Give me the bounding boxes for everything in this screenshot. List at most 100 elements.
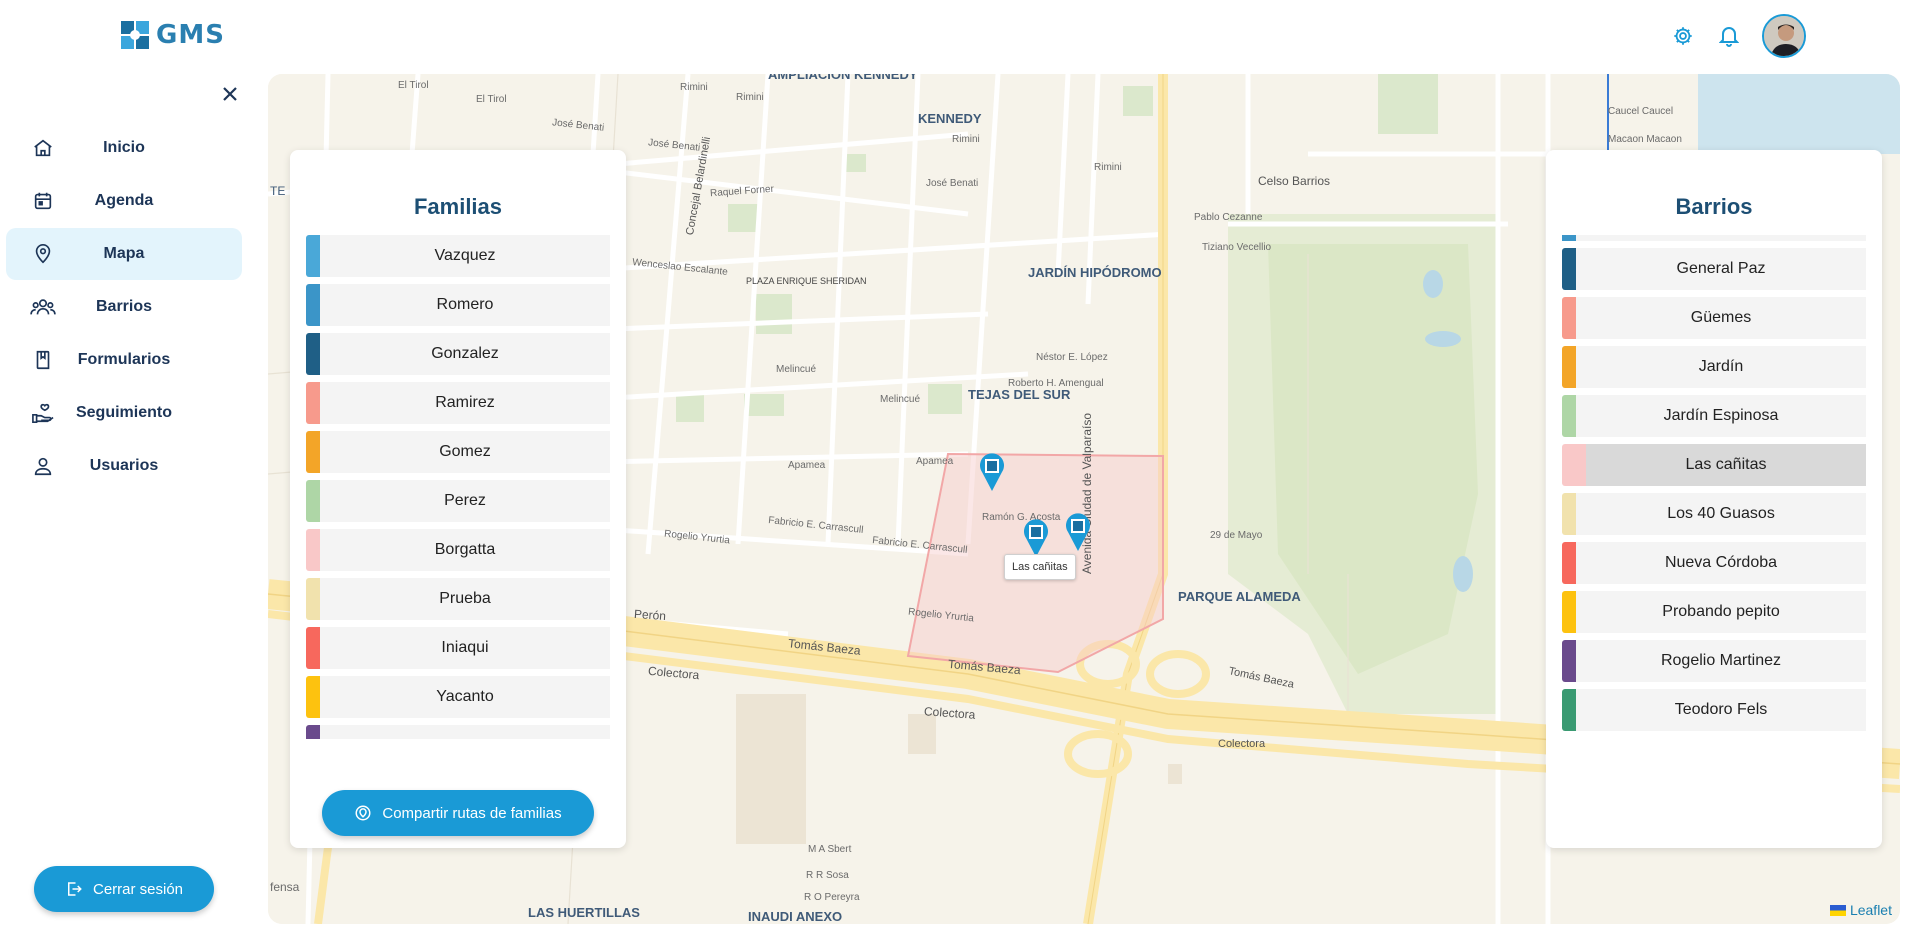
sidebar-item-mapa[interactable]: Mapa <box>6 228 242 280</box>
familia-label: Ramirez <box>320 382 610 424</box>
familia-item[interactable]: Vazquez <box>306 235 610 277</box>
familia-label: Borgatta <box>320 529 610 571</box>
barrio-label: Los 40 Guasos <box>1576 493 1866 535</box>
barrio-label: Jardín <box>1576 346 1866 388</box>
barrio-color-swatch <box>1562 542 1576 584</box>
familia-item[interactable]: Romero <box>306 284 610 326</box>
map-attribution[interactable]: Leaflet <box>1829 902 1892 918</box>
attribution-link[interactable]: Leaflet <box>1850 902 1892 918</box>
familias-panel: Familias Vazquez Romero Gonzalez Ramirez… <box>290 150 626 848</box>
familia-item[interactable]: Prueba <box>306 578 610 620</box>
barrio-item[interactable]: General Paz <box>1562 248 1866 290</box>
map-label-celso-barrios: Celso Barrios <box>1258 174 1331 188</box>
barrio-color-swatch <box>1562 248 1576 290</box>
gear-icon[interactable] <box>1670 23 1696 49</box>
familia-label: Yacanto <box>320 676 610 718</box>
familia-item[interactable]: Perez <box>306 480 610 522</box>
map-marker-pin-icon[interactable] <box>1022 518 1050 558</box>
barrio-item[interactable]: Probando pepito <box>1562 591 1866 633</box>
map-label-tiziano-vecellio: Tiziano Vecellio <box>1202 242 1272 253</box>
barrio-color-swatch <box>1562 689 1576 731</box>
map-label-rimini-3: Rimini <box>952 134 980 145</box>
barrio-item[interactable]: Rogelio Martinez <box>1562 640 1866 682</box>
map-label-colectora-3: Colectora <box>1218 738 1266 750</box>
barrio-item[interactable]: Jardín <box>1562 346 1866 388</box>
map-label-peron: Perón <box>633 606 667 624</box>
map-label-caucel: Caucel Caucel <box>1608 106 1674 117</box>
barrios-title: Barrios <box>1675 194 1753 219</box>
familia-item[interactable]: Gonzalez <box>306 333 610 375</box>
barrio-color-swatch <box>1562 640 1576 682</box>
familia-item[interactable]: Yacanto <box>306 676 610 718</box>
barrio-label: Rogelio Martinez <box>1576 640 1866 682</box>
barrio-color-swatch <box>1562 591 1576 633</box>
sidebar-item-usuarios[interactable]: Usuarios <box>6 440 242 492</box>
barrio-item-partial[interactable] <box>1562 235 1866 241</box>
barrio-item[interactable]: Jardín Espinosa <box>1562 395 1866 437</box>
gms-logo[interactable]: GMS <box>120 20 225 50</box>
familia-label: Perez <box>320 480 610 522</box>
map-label-ampliacion-kennedy: AMPLIACIÓN KENNEDY <box>768 74 918 82</box>
close-sidebar-icon[interactable] <box>218 82 242 106</box>
familia-label: Gomez <box>320 431 610 473</box>
map-label-melincue-1: Melincué <box>776 364 817 375</box>
familia-color-swatch <box>306 284 320 326</box>
map-marker-pin-icon[interactable] <box>978 452 1006 492</box>
map-marker-pin-icon[interactable] <box>1064 512 1092 552</box>
avatar[interactable] <box>1762 14 1806 58</box>
sidebar-item-formularios[interactable]: Formularios <box>6 334 242 386</box>
logout-button[interactable]: Cerrar sesión <box>34 866 214 912</box>
map-label-las-huertillas: LAS HUERTILLAS <box>528 905 640 920</box>
familia-color-swatch <box>306 235 320 277</box>
barrio-label: Güemes <box>1576 297 1866 339</box>
map-label-el-tirol-1: El Tirol <box>398 80 429 91</box>
familia-item[interactable]: Borgatta <box>306 529 610 571</box>
familias-list[interactable]: Vazquez Romero Gonzalez Ramirez Gomez Pe… <box>306 235 610 739</box>
familia-label: Romero <box>320 284 610 326</box>
logout-icon <box>67 882 82 896</box>
barrio-color-swatch <box>1562 395 1576 437</box>
share-routes-button[interactable]: Compartir rutas de familias <box>322 790 594 836</box>
hand-heart-icon <box>30 400 56 426</box>
map-label-el-tirol-2: El Tirol <box>476 94 507 105</box>
logout-label: Cerrar sesión <box>92 880 184 898</box>
map-label-jose-benati-3: José Benati <box>926 178 979 189</box>
map-label-rimini-2: Rimini <box>736 92 764 103</box>
share-routes-label: Compartir rutas de familias <box>382 804 562 822</box>
familia-color-swatch <box>306 725 320 739</box>
sidebar-item-inicio[interactable]: Inicio <box>6 122 242 174</box>
barrios-panel: Barrios General Paz Güemes Jardín Jardín… <box>1546 150 1882 848</box>
map-label-melincue-2: Melincué <box>880 394 921 405</box>
user-icon <box>30 453 56 479</box>
familia-item[interactable]: Ramirez <box>306 382 610 424</box>
map-pin-icon <box>30 241 56 267</box>
sidebar-item-agenda[interactable]: Agenda <box>6 175 242 227</box>
barrio-label: Jardín Espinosa <box>1576 395 1866 437</box>
familias-title: Familias <box>413 194 503 219</box>
gms-logo-icon <box>121 21 149 49</box>
bell-icon[interactable] <box>1716 23 1742 49</box>
barrio-item[interactable]: Nueva Córdoba <box>1562 542 1866 584</box>
familia-label: Gonzalez <box>320 333 610 375</box>
sidebar-item-seguimiento[interactable]: Seguimiento <box>6 387 242 439</box>
map-label-rimini-4: Rimini <box>1094 162 1122 173</box>
familia-item-partial[interactable] <box>306 725 610 739</box>
familia-label <box>320 725 610 739</box>
barrio-item-selected[interactable]: Las cañitas <box>1562 444 1866 486</box>
barrio-item[interactable]: Los 40 Guasos <box>1562 493 1866 535</box>
barrios-list[interactable]: General Paz Güemes Jardín Jardín Espinos… <box>1562 235 1866 755</box>
barrio-label: Nueva Córdoba <box>1576 542 1866 584</box>
familia-color-swatch <box>306 382 320 424</box>
barrio-item[interactable]: Teodoro Fels <box>1562 689 1866 731</box>
map-label-rimini-1: Rimini <box>680 82 708 93</box>
barrio-item[interactable]: Güemes <box>1562 297 1866 339</box>
familia-color-swatch <box>306 578 320 620</box>
map-label-plaza: PLAZA ENRIQUE SHERIDAN <box>746 276 867 286</box>
familia-item[interactable]: Iniaqui <box>306 627 610 669</box>
map-label-fensa: fensa <box>270 880 300 894</box>
sidebar-item-barrios[interactable]: Barrios <box>6 281 242 333</box>
barrio-color-swatch <box>1562 297 1576 339</box>
home-icon <box>30 135 56 161</box>
map-label-tejas-del-sur: TEJAS DEL SUR <box>968 387 1071 402</box>
familia-item[interactable]: Gomez <box>306 431 610 473</box>
